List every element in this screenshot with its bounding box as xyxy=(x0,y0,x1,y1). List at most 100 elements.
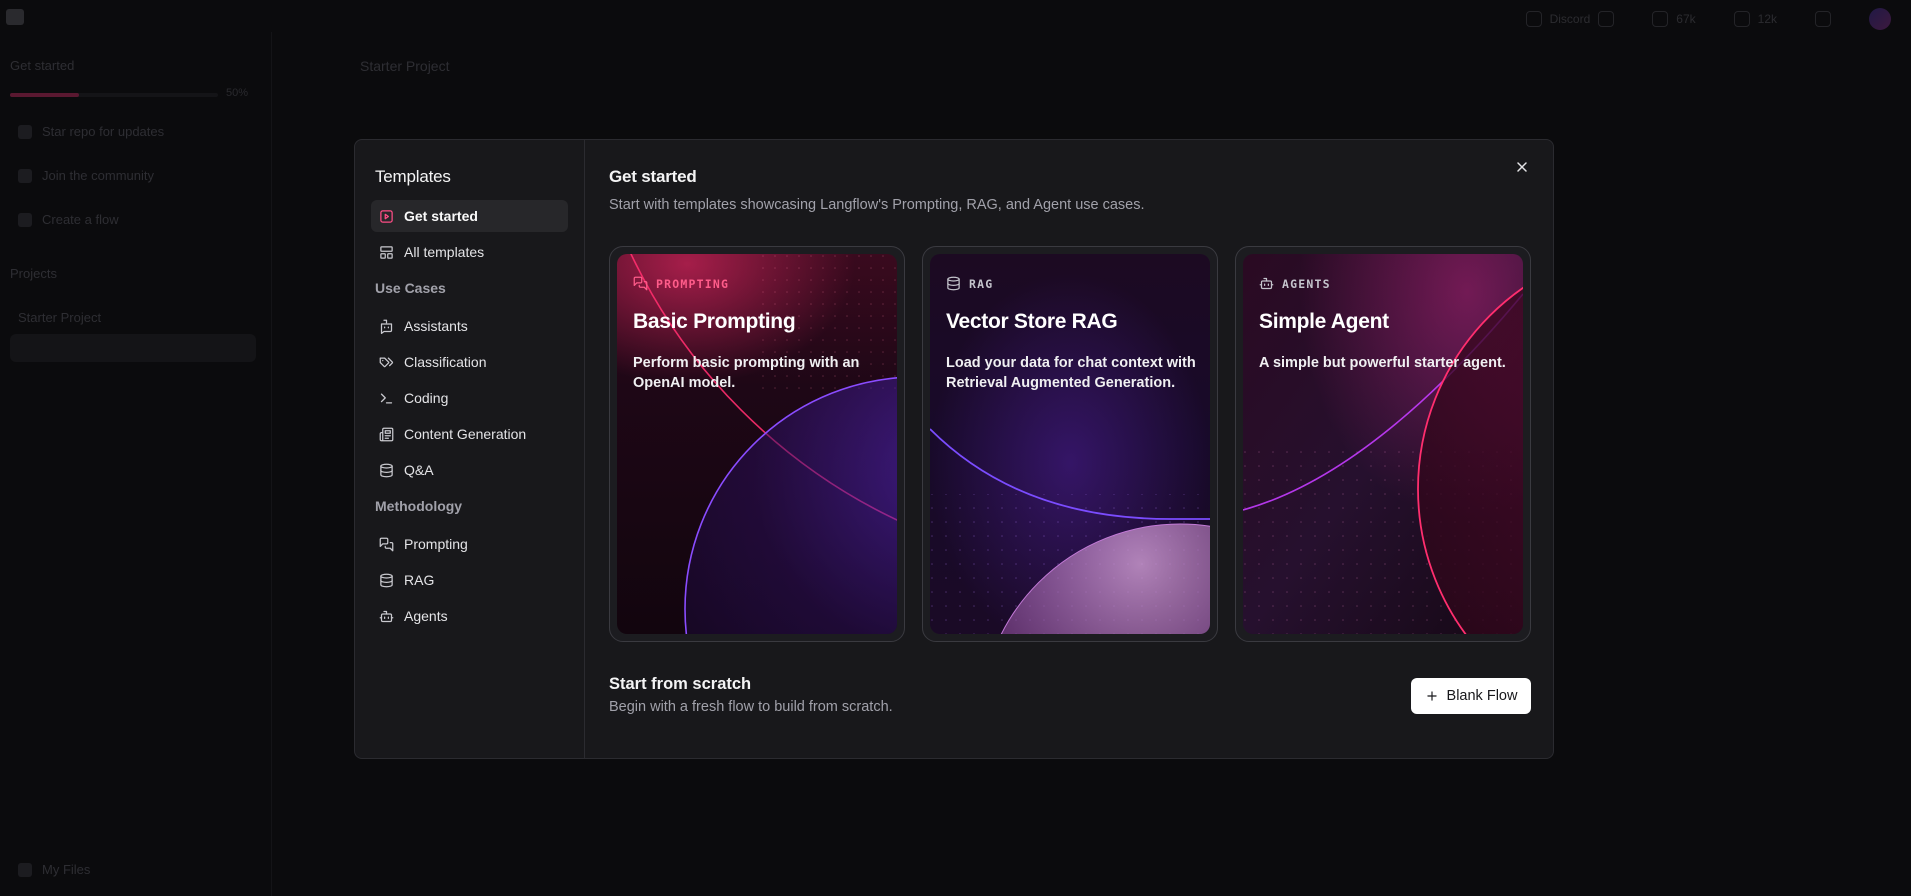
card-description: A simple but powerful starter agent. xyxy=(1259,355,1506,371)
card-tag: AGENTS xyxy=(1259,276,1509,291)
github-stars-count: 67k xyxy=(1676,12,1696,26)
template-card-basic-prompting[interactable]: PROMPTING Basic Prompting Perform basic … xyxy=(609,246,905,642)
page-subtitle: Start with templates showcasing Langflow… xyxy=(609,197,1145,213)
templates-main: Get started Start with templates showcas… xyxy=(585,140,1553,758)
messages-icon xyxy=(379,537,394,551)
card-tag: RAG xyxy=(946,276,1196,291)
card-tag-label: PROMPTING xyxy=(656,276,730,291)
sidebar-project-item: Starter Project xyxy=(18,310,102,325)
card-inner: AGENTS Simple Agent A simple but powerfu… xyxy=(1243,254,1523,634)
nav-item-label: RAG xyxy=(404,572,435,588)
notifications xyxy=(1815,11,1831,27)
nav-item-label: Coding xyxy=(404,390,449,406)
card-title: Simple Agent xyxy=(1259,310,1389,333)
progress-percent: 50% xyxy=(226,87,249,99)
nav-item-coding[interactable]: Coding xyxy=(371,382,568,414)
sidebar: Get started 50% Star repo for updates Jo… xyxy=(0,32,272,896)
nav-title: Templates xyxy=(375,167,451,186)
folder-icon xyxy=(18,862,32,877)
close-button[interactable] xyxy=(1511,156,1533,178)
nav-item-qa[interactable]: Q&A xyxy=(371,454,568,486)
templates-modal: Templates Get started All templates Use … xyxy=(354,139,1554,759)
nav-item-label: Agents xyxy=(404,608,448,624)
nav-item-get-started[interactable]: Get started xyxy=(371,200,568,232)
bell-icon xyxy=(1815,11,1831,27)
card-content: RAG Vector Store RAG Load your data for … xyxy=(946,276,1196,393)
avatar xyxy=(1869,8,1891,30)
scratch-text: Start from scratch Begin with a fresh fl… xyxy=(609,675,893,715)
star-icon xyxy=(18,124,32,139)
nav-item-label: Prompting xyxy=(404,536,468,552)
card-tag: PROMPTING xyxy=(633,276,883,291)
nav-item-label: Classification xyxy=(404,354,487,370)
sidebar-create-flow: Create a flow xyxy=(18,212,119,227)
breadcrumb: Starter Project xyxy=(360,58,450,74)
check-icon xyxy=(18,212,32,227)
tags-icon xyxy=(379,357,394,367)
progress-fill xyxy=(10,93,79,97)
blank-flow-button[interactable]: Blank Flow xyxy=(1411,678,1531,714)
app-logo xyxy=(6,9,24,25)
create-flow-label: Create a flow xyxy=(42,212,119,227)
star-repo-label: Star repo for updates xyxy=(42,124,165,139)
card-inner: RAG Vector Store RAG Load your data for … xyxy=(930,254,1210,634)
sidebar-projects-heading: Projects xyxy=(10,266,57,281)
bot-icon xyxy=(1259,277,1274,290)
template-card-vector-store-rag[interactable]: RAG Vector Store RAG Load your data for … xyxy=(922,246,1218,642)
github-stars: 67k xyxy=(1652,11,1696,27)
nav-item-content-generation[interactable]: Content Generation xyxy=(371,418,568,450)
nav-item-assistants[interactable]: Assistants xyxy=(371,310,568,342)
card-tag-label: RAG xyxy=(969,276,994,291)
nav-item-agents[interactable]: Agents xyxy=(371,600,568,632)
discord-label: Discord xyxy=(1549,12,1591,26)
database-icon xyxy=(380,573,393,587)
sidebar-star-repo: Star repo for updates xyxy=(18,124,164,139)
messages-icon xyxy=(633,276,648,291)
nav-item-prompting[interactable]: Prompting xyxy=(371,528,568,560)
templates-nav: Templates Get started All templates Use … xyxy=(355,140,585,758)
page-title: Get started xyxy=(609,167,697,186)
nav-item-label: Q&A xyxy=(404,462,434,478)
nav-item-label: All templates xyxy=(404,244,485,260)
nav-item-label: Assistants xyxy=(404,318,468,334)
start-from-scratch: Start from scratch Begin with a fresh fl… xyxy=(609,675,1531,715)
chevron-icon xyxy=(1598,11,1615,27)
nav-item-label: Get started xyxy=(404,208,478,224)
discord-link: Discord xyxy=(1525,11,1615,27)
newspaper-icon xyxy=(379,427,394,441)
sidebar-join-community: Join the community xyxy=(18,168,154,183)
nav-item-classification[interactable]: Classification xyxy=(371,346,568,378)
terminal-icon xyxy=(380,393,393,403)
nav-item-all-templates[interactable]: All templates xyxy=(371,236,568,268)
discord-members-count: 12k xyxy=(1757,12,1777,26)
discord-members: 12k xyxy=(1733,11,1777,27)
github-icon xyxy=(1652,11,1669,27)
template-cards: PROMPTING Basic Prompting Perform basic … xyxy=(609,246,1531,642)
bot-message-icon xyxy=(380,319,393,334)
sidebar-my-files: My Files xyxy=(18,862,90,877)
bot-icon xyxy=(379,610,394,622)
database-icon xyxy=(380,463,393,477)
card-title: Basic Prompting xyxy=(633,310,796,333)
plus-icon xyxy=(1426,691,1437,701)
join-community-label: Join the community xyxy=(42,168,154,183)
card-description: Load your data for chat context with Ret… xyxy=(946,355,1196,391)
nav-item-rag[interactable]: RAG xyxy=(371,564,568,596)
close-icon xyxy=(1517,162,1527,172)
nav-section-use-cases: Use Cases xyxy=(375,280,446,296)
sidebar-project-selected xyxy=(10,334,256,362)
my-files-label: My Files xyxy=(42,862,91,877)
card-content: AGENTS Simple Agent A simple but powerfu… xyxy=(1259,276,1509,373)
template-card-simple-agent[interactable]: AGENTS Simple Agent A simple but powerfu… xyxy=(1235,246,1531,642)
discord-icon xyxy=(1525,11,1542,27)
play-square-icon xyxy=(380,209,393,223)
nav-section-methodology: Methodology xyxy=(375,498,463,514)
card-inner: PROMPTING Basic Prompting Perform basic … xyxy=(617,254,897,634)
layout-grid-icon xyxy=(380,245,393,259)
scratch-subtitle: Begin with a fresh flow to build from sc… xyxy=(609,699,893,715)
database-icon xyxy=(947,276,960,291)
card-description: Perform basic prompting with an OpenAI m… xyxy=(633,355,860,391)
discord-icon xyxy=(18,168,32,183)
card-tag-label: AGENTS xyxy=(1282,276,1331,291)
card-title: Vector Store RAG xyxy=(946,310,1118,333)
